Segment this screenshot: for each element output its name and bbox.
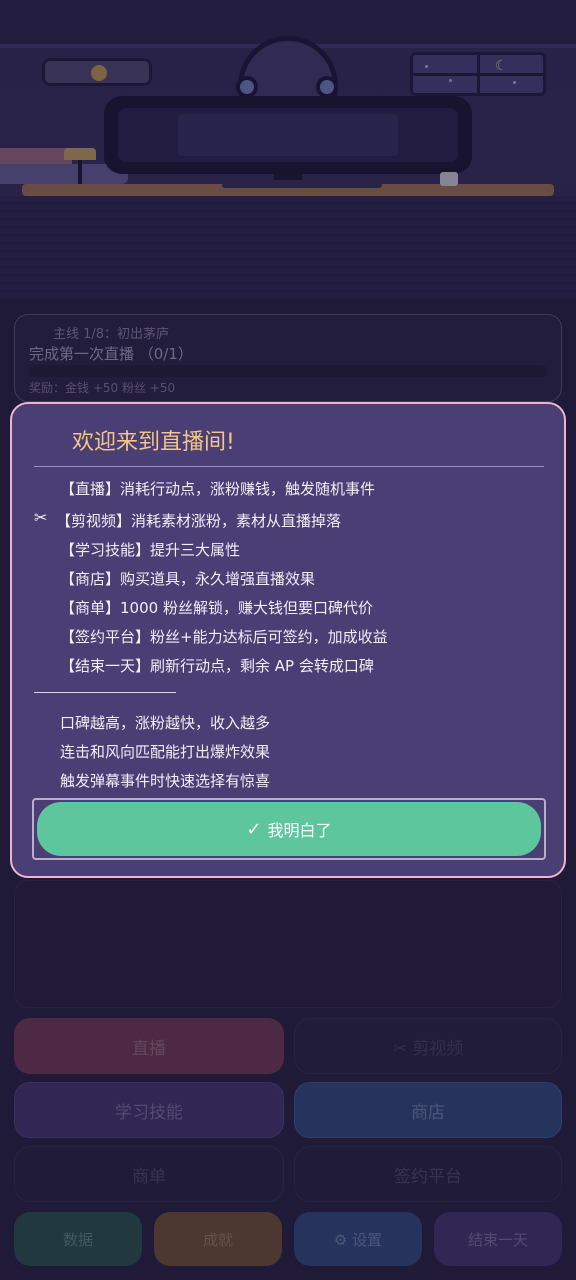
help-item-live: 【直播】消耗行动点，涨粉赚钱，触发随机事件 — [60, 480, 376, 498]
help-item-clip: 【剪视频】消耗素材涨粉，素材从直播掉落 — [56, 512, 342, 530]
confirm-button-label: 我明白了 — [267, 821, 332, 840]
help-item-orders: 【商单】1000 粉丝解锁，赚大钱但要口碑代价 — [60, 599, 373, 617]
welcome-dialog: 欢迎来到直播间! ✂ 【直播】消耗行动点，涨粉赚钱，触发随机事件 【剪视频】消耗… — [10, 402, 566, 878]
confirm-button[interactable]: ✓ 我明白了 — [37, 802, 541, 856]
divider — [34, 466, 544, 467]
help-item-learn: 【学习技能】提升三大属性 — [60, 541, 241, 559]
check-icon: ✓ — [246, 818, 262, 840]
help-item-sign: 【签约平台】粉丝+能力达标后可签约，加成收益 — [60, 628, 388, 646]
dialog-title: 欢迎来到直播间! — [72, 430, 235, 455]
divider — [34, 692, 176, 693]
scissors-icon: ✂ — [34, 508, 48, 527]
tip-reputation: 口碑越高，涨粉越快，收入越多 — [60, 714, 271, 732]
tip-combo: 连击和风向匹配能打出爆炸效果 — [60, 743, 271, 761]
help-item-end-day: 【结束一天】刷新行动点，剩余 AP 会转成口碑 — [60, 657, 374, 675]
confirm-button-focus-ring: ✓ 我明白了 — [32, 798, 546, 860]
help-item-shop: 【商店】购买道具，永久增强直播效果 — [60, 570, 316, 588]
tip-danmaku: 触发弹幕事件时快速选择有惊喜 — [60, 772, 271, 790]
